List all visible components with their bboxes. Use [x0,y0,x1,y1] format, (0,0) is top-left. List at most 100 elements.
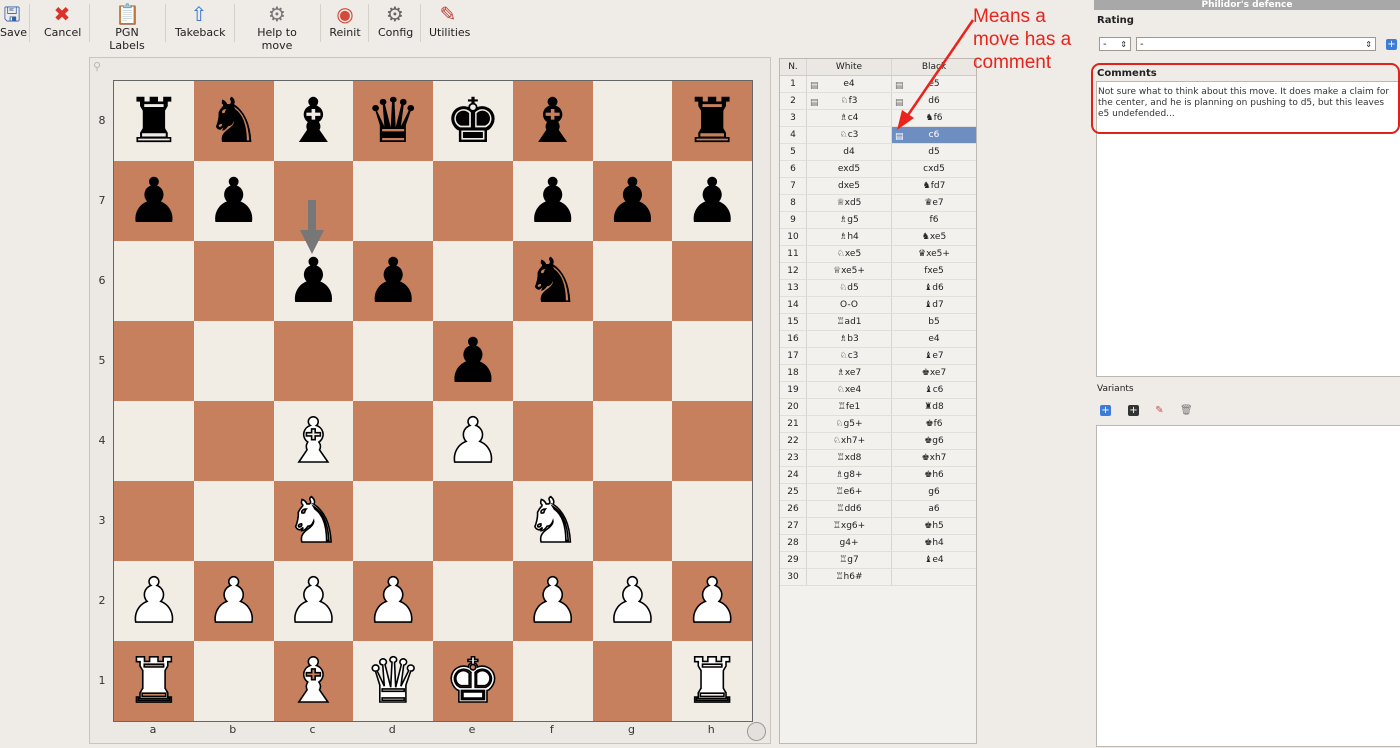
black-move[interactable]: fxe5 [892,263,976,279]
white-move[interactable]: ♘xe4 [807,382,892,398]
pgn-labels-button[interactable]: 📋 PGN Labels [98,2,156,52]
square-a1[interactable]: ♜ [114,641,194,721]
square-b7[interactable]: ♟ [193,161,274,241]
white-move[interactable]: ♘g5+ [807,416,892,432]
square-b8[interactable]: ♞ [193,81,274,161]
black-pawn-icon[interactable]: ♟ [126,170,182,232]
black-move[interactable]: ♜d8 [892,399,976,415]
white-pawn-icon[interactable]: ♟ [524,569,581,633]
white-rook-icon[interactable]: ♜ [684,649,741,713]
move-row[interactable]: 28 g4+ ♚h4 [780,535,976,552]
square-a5[interactable] [114,321,194,401]
black-bishop-icon[interactable]: ♝ [525,90,581,152]
black-move[interactable]: cxd5 [892,161,976,177]
square-e4[interactable]: ♟ [433,401,513,481]
square-h7[interactable]: ♟ [672,161,752,241]
takeback-button[interactable]: ⇧ Takeback [175,2,226,39]
square-a3[interactable] [114,481,194,561]
white-move[interactable]: ♘c3 [807,348,892,364]
square-h5[interactable] [672,321,752,401]
move-row[interactable]: 18 ♗xe7 ♚xe7 [780,365,976,382]
black-move[interactable]: ♝d7 [892,297,976,313]
add-variant-icon[interactable]: + [1100,405,1111,416]
square-g5[interactable] [592,321,673,401]
square-c8[interactable]: ♝ [273,81,354,161]
square-a4[interactable] [114,401,194,481]
black-move[interactable]: e4 [892,331,976,347]
white-move[interactable]: ♘xh7+ [807,433,892,449]
move-row[interactable]: 13 ♘d5 ♝d6 [780,280,976,297]
square-g7[interactable]: ♟ [592,161,673,241]
white-move[interactable]: ♖xd8 [807,450,892,466]
square-f4[interactable] [512,401,593,481]
move-row[interactable]: 27 ♖xg6+ ♚h5 [780,518,976,535]
black-move[interactable]: ♝c6 [892,382,976,398]
black-move[interactable]: ♝d6 [892,280,976,296]
white-move[interactable]: O-O [807,297,892,313]
white-move[interactable]: ♖g7 [807,552,892,568]
black-bishop-icon[interactable]: ♝ [286,90,342,152]
square-d3[interactable] [353,481,433,561]
square-h3[interactable] [672,481,752,561]
black-pawn-icon[interactable]: ♟ [206,170,262,232]
white-move[interactable]: ♖e6+ [807,484,892,500]
black-move[interactable]: ♞xe5 [892,229,976,245]
move-row[interactable]: 14 O-O ♝d7 [780,297,976,314]
black-move[interactable]: ♚h4 [892,535,976,551]
white-bishop-icon[interactable]: ♝ [285,649,342,713]
square-d8[interactable]: ♛ [353,81,433,161]
square-a2[interactable]: ♟ [114,561,194,641]
black-move[interactable]: g6 [892,484,976,500]
square-f7[interactable]: ♟ [512,161,593,241]
black-pawn-icon[interactable]: ♟ [286,250,342,312]
black-move[interactable]: ♚h5 [892,518,976,534]
move-list[interactable]: N. White Black 1 e4 ▤ e5 ▤ 2 ♘f3 ▤ d6 ▤ 3 ♗c4 ♞f6 4 ♘c… [779,58,977,744]
white-move[interactable]: ♗g8+ [807,467,892,483]
move-row[interactable]: 30 ♖h6# [780,569,976,586]
black-move[interactable] [892,569,976,585]
square-d6[interactable]: ♟ [353,241,433,321]
white-knight-icon[interactable]: ♞ [524,489,581,553]
black-pawn-icon[interactable]: ♟ [605,170,661,232]
move-row[interactable]: 16 ♗b3 e4 [780,331,976,348]
move-row[interactable]: 20 ♖fe1 ♜d8 [780,399,976,416]
black-move[interactable]: ♛e7 [892,195,976,211]
white-knight-icon[interactable]: ♞ [285,489,342,553]
square-f5[interactable] [512,321,593,401]
reinit-button[interactable]: ◉ Reinit [329,2,361,39]
rating-select-1[interactable]: - ⇕ [1099,37,1131,51]
black-king-icon[interactable]: ♚ [445,90,501,152]
white-pawn-icon[interactable]: ♟ [205,569,262,633]
white-move[interactable]: ♖h6# [807,569,892,585]
rating-select-2[interactable]: - ⇕ [1136,37,1376,51]
square-c5[interactable] [273,321,354,401]
move-row[interactable]: 6 exd5 cxd5 [780,161,976,178]
square-e7[interactable] [433,161,513,241]
square-g1[interactable] [592,641,673,721]
move-row[interactable]: 15 ♖ad1 b5 [780,314,976,331]
square-e2[interactable] [433,561,513,641]
variants-box[interactable] [1096,425,1400,747]
move-row[interactable]: 12 ♕xe5+ fxe5 [780,263,976,280]
square-e1[interactable]: ♚ [433,641,513,721]
square-h6[interactable] [672,241,752,321]
square-a8[interactable]: ♜ [114,81,194,161]
black-move[interactable]: ♝e4 [892,552,976,568]
white-pawn-icon[interactable]: ♟ [365,569,422,633]
white-move[interactable]: dxe5 [807,178,892,194]
black-move[interactable]: ♚xe7 [892,365,976,381]
black-pawn-icon[interactable]: ♟ [684,170,740,232]
white-move[interactable]: ♖ad1 [807,314,892,330]
move-row[interactable]: 22 ♘xh7+ ♚g6 [780,433,976,450]
white-move[interactable]: ♖fe1 [807,399,892,415]
square-f1[interactable] [512,641,593,721]
move-row[interactable]: 19 ♘xe4 ♝c6 [780,382,976,399]
white-move[interactable]: exd5 [807,161,892,177]
square-b4[interactable] [193,401,274,481]
square-d1[interactable]: ♛ [353,641,433,721]
square-g8[interactable] [592,81,673,161]
square-d5[interactable] [353,321,433,401]
square-a7[interactable]: ♟ [114,161,194,241]
white-move[interactable]: ♕xe5+ [807,263,892,279]
add-rating-icon[interactable]: + [1386,39,1397,50]
